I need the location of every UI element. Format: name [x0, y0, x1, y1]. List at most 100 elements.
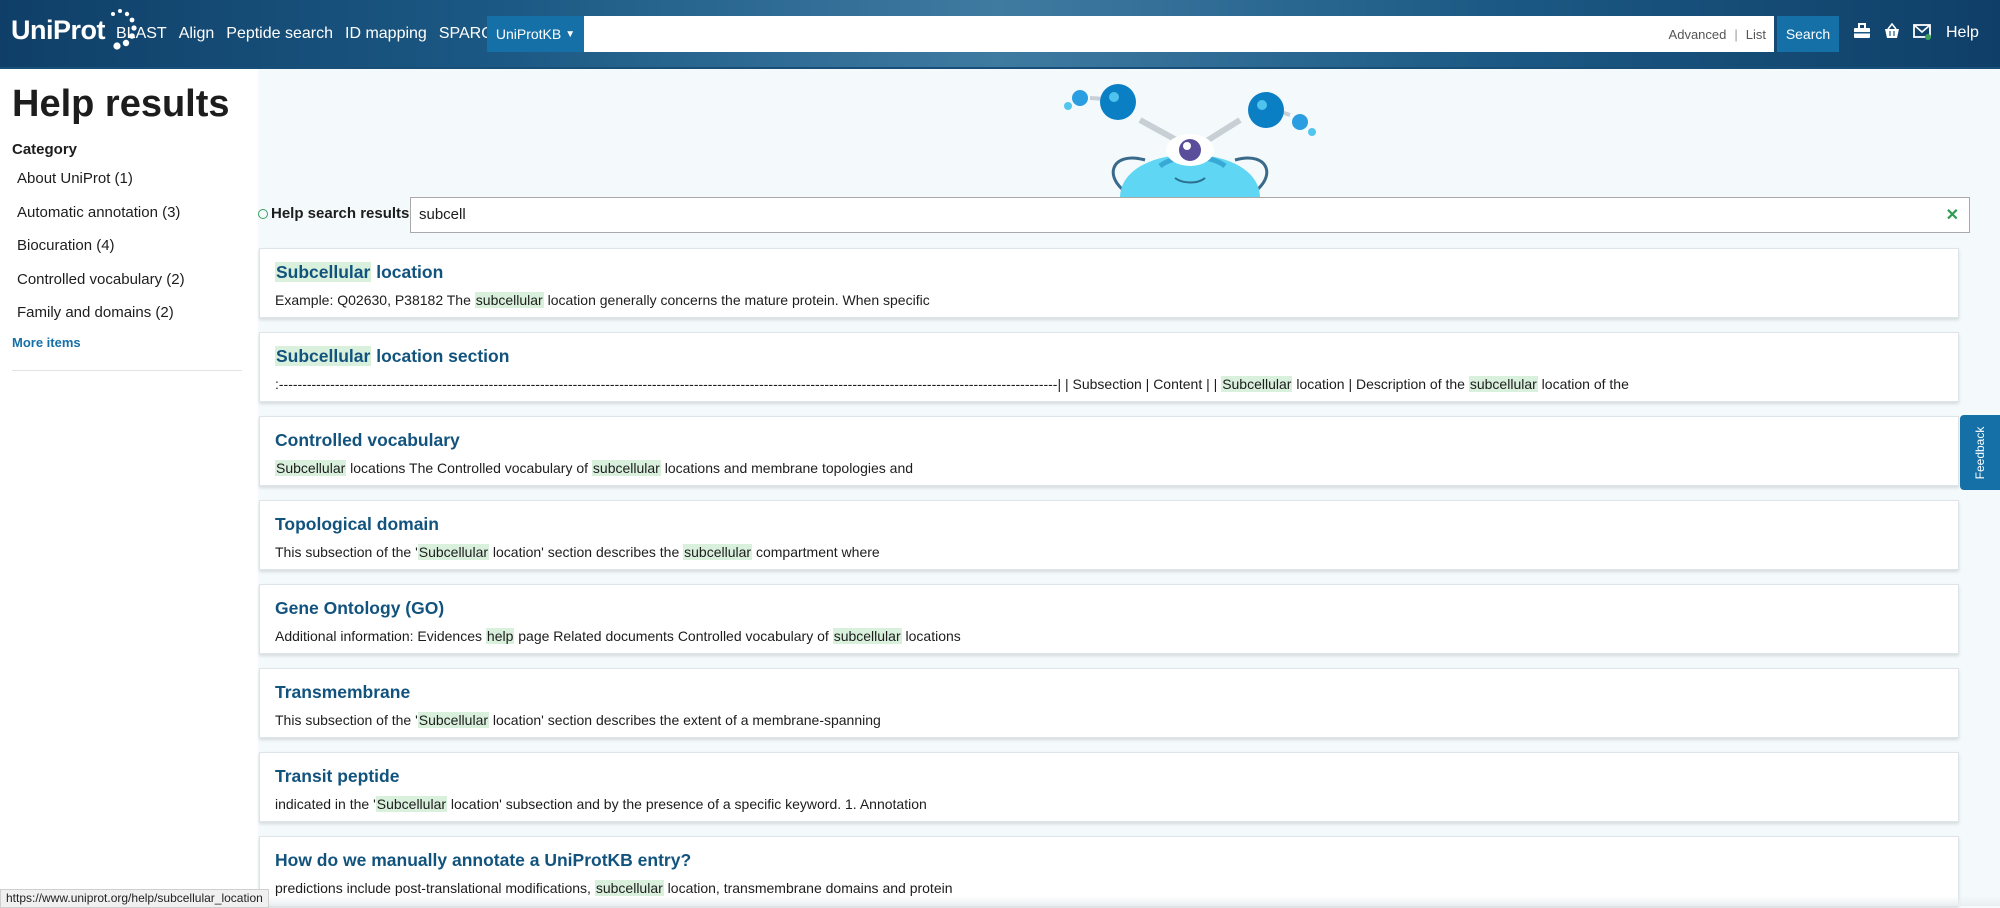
help-search-field[interactable]: ✕	[410, 197, 1970, 233]
result-title[interactable]: Subcellular location section	[275, 346, 509, 367]
text-segment: locations The Controlled vocabulary of	[346, 460, 592, 476]
result-snippet: This subsection of the 'Subcellular loca…	[275, 544, 880, 560]
result-title[interactable]: Transit peptide	[275, 766, 399, 787]
text-segment: location' section describes the	[489, 544, 684, 560]
feedback-button[interactable]: Feedback	[1960, 415, 2000, 490]
text-segment: location generally concerns the mature p…	[543, 292, 930, 308]
category-label: Category	[12, 141, 78, 158]
result-card[interactable]: Subcellular location section :----------…	[259, 332, 1959, 402]
result-card[interactable]: Topological domain This subsection of th…	[259, 500, 1959, 570]
logo-text: UniProt	[11, 14, 106, 45]
result-snippet: Additional information: Evidences help p…	[275, 628, 961, 644]
result-card[interactable]: Subcellular location Example: Q02630, P3…	[259, 248, 1959, 318]
top-header: UniProt BLAST Align Peptide search ID ma…	[0, 0, 2000, 69]
nav-peptide-search[interactable]: Peptide search	[226, 25, 333, 43]
text-segment: locations and membrane topologies and	[660, 460, 914, 476]
search-scope-dropdown[interactable]: UniProtKB ▼	[487, 16, 584, 52]
search-links: Advanced | List	[1661, 16, 1774, 52]
category-item[interactable]: Controlled vocabulary (2)	[17, 270, 185, 304]
text-segment: location' section describes the extent o…	[489, 712, 881, 728]
help-link[interactable]: Help	[1946, 24, 1979, 42]
result-title[interactable]: Transmembrane	[275, 682, 410, 703]
result-title[interactable]: Gene Ontology (GO)	[275, 598, 444, 619]
bottom-fade	[0, 896, 2000, 906]
clear-icon[interactable]: ✕	[1946, 205, 1959, 225]
search-button[interactable]: Search	[1777, 16, 1839, 52]
help-search-results-label: Help search results	[258, 205, 409, 222]
text-segment: location' subsection and by the presence…	[447, 796, 927, 812]
sidebar-divider	[12, 370, 242, 371]
page-title: Help results	[12, 83, 230, 125]
text-segment: This subsection of the '	[275, 712, 418, 728]
link-separator: |	[1734, 26, 1738, 42]
search-term-highlight: Subcellular	[417, 544, 490, 560]
status-bar-url: https://www.uniprot.org/help/subcellular…	[0, 889, 269, 908]
search-term-highlight: subcellular	[832, 628, 902, 644]
mascot-illustration	[1050, 80, 1330, 200]
result-title[interactable]: Topological domain	[275, 514, 439, 535]
nav-align[interactable]: Align	[179, 25, 215, 43]
search-term-highlight: Subcellular	[417, 712, 490, 728]
search-term-highlight: subcellular	[594, 880, 664, 896]
scope-label: UniProtKB	[495, 26, 562, 42]
sidebar: Help results Category About UniProt (1) …	[0, 69, 258, 906]
info-icon[interactable]	[258, 208, 268, 219]
category-item[interactable]: Automatic annotation (3)	[17, 203, 185, 237]
text-segment: Topological domain	[275, 514, 439, 534]
search-term-highlight: Subcellular	[275, 346, 372, 366]
text-segment: page Related documents Controlled vocabu…	[514, 628, 833, 644]
more-items-link[interactable]: More items	[12, 335, 81, 350]
help-search-input[interactable]	[411, 198, 1927, 230]
basket-icon[interactable]	[1883, 22, 1901, 40]
feedback-label: Feedback	[1973, 426, 1987, 479]
nav-id-mapping[interactable]: ID mapping	[345, 25, 427, 43]
search-term-highlight: Subcellular	[1221, 376, 1293, 392]
text-segment: Gene Ontology (GO)	[275, 598, 445, 618]
header-icons	[1853, 22, 1931, 40]
text-segment: location of the	[1537, 376, 1629, 392]
category-item[interactable]: Biocuration (4)	[17, 236, 185, 270]
search-term-highlight: help	[485, 628, 515, 644]
text-segment: This subsection of the '	[275, 544, 418, 560]
category-item[interactable]: About UniProt (1)	[17, 169, 185, 203]
result-title[interactable]: Subcellular location	[275, 262, 443, 283]
text-segment: locations	[901, 628, 961, 644]
text-segment: compartment where	[752, 544, 880, 560]
result-card[interactable]: Controlled vocabulary Subcellular locati…	[259, 416, 1959, 486]
result-card[interactable]: Gene Ontology (GO) Additional informatio…	[259, 584, 1959, 654]
search-term-highlight: subcellular	[683, 544, 753, 560]
text-segment: Controlled vocabulary	[275, 430, 460, 450]
list-search-link[interactable]: List	[1746, 27, 1766, 42]
main-nav: BLAST Align Peptide search ID mapping SP…	[116, 0, 515, 67]
text-segment: Example: Q02630, P38182 The	[275, 292, 475, 308]
result-title[interactable]: How do we manually annotate a UniProtKB …	[275, 850, 691, 871]
text-segment: How do we manually annotate a UniProtKB …	[275, 850, 692, 870]
advanced-search-link[interactable]: Advanced	[1669, 27, 1727, 42]
result-snippet: :---------------------------------------…	[275, 376, 1629, 392]
result-card[interactable]: Transit peptide indicated in the 'Subcel…	[259, 752, 1959, 822]
result-snippet: indicated in the 'Subcellular location' …	[275, 796, 927, 812]
text-segment: Transit peptide	[275, 766, 400, 786]
result-card[interactable]: Transmembrane This subsection of the 'Su…	[259, 668, 1959, 738]
toolbox-icon[interactable]	[1853, 22, 1871, 40]
mail-icon[interactable]	[1913, 22, 1931, 40]
result-snippet: predictions include post-translational m…	[275, 880, 953, 896]
search-term-highlight: Subcellular	[275, 262, 372, 282]
nav-blast[interactable]: BLAST	[116, 25, 167, 43]
search-term-highlight: subcellular	[591, 460, 661, 476]
text-segment: Additional information: Evidences	[275, 628, 486, 644]
search-term-highlight: subcellular	[474, 292, 544, 308]
main-search-input[interactable]: Advanced | List	[584, 16, 1774, 52]
text-segment: :---------------------------------------…	[275, 376, 1222, 392]
search-term-highlight: Subcellular	[375, 796, 448, 812]
text-segment: location section	[371, 346, 510, 366]
text-segment: Transmembrane	[275, 682, 411, 702]
results-label-text: Help search results	[271, 205, 410, 222]
text-segment: indicated in the '	[275, 796, 376, 812]
chevron-down-icon: ▼	[565, 28, 576, 40]
result-snippet: Subcellular locations The Controlled voc…	[275, 460, 913, 476]
category-item[interactable]: Family and domains (2)	[17, 303, 185, 337]
result-title[interactable]: Controlled vocabulary	[275, 430, 460, 451]
text-segment: location	[371, 262, 444, 282]
text-segment: location, transmembrane domains and prot…	[663, 880, 953, 896]
